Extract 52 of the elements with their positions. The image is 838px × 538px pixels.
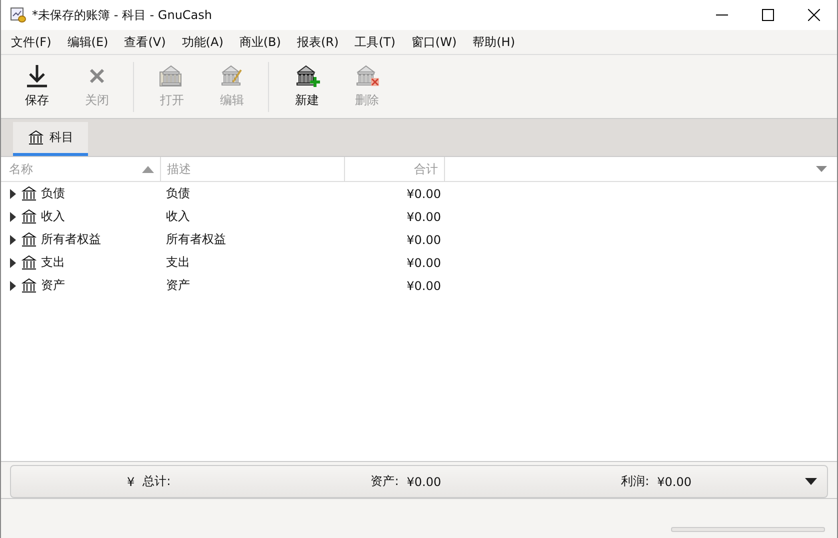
menu-item[interactable]: 查看(V) bbox=[124, 34, 166, 50]
table-cell-text: ¥0.00 bbox=[406, 210, 442, 224]
summary-label: 资产: bbox=[370, 473, 399, 490]
menu-item[interactable]: 商业(B) bbox=[239, 34, 281, 50]
summary-value: ¥0.00 bbox=[657, 474, 692, 488]
table-cell-text: ¥0.00 bbox=[406, 232, 442, 246]
window-title: *未保存的账簿 - 科目 - GnuCash bbox=[32, 6, 212, 24]
tab[interactable]: 科目 bbox=[13, 122, 88, 156]
expander-icon[interactable] bbox=[9, 234, 17, 244]
expander-icon[interactable] bbox=[9, 188, 17, 198]
app-icon bbox=[10, 7, 26, 23]
table-cell-text: 负债 bbox=[165, 185, 191, 202]
bank-icon bbox=[21, 208, 37, 224]
table-cell-text: 支出 bbox=[165, 254, 191, 271]
account-name: 收入 bbox=[41, 208, 65, 225]
close-icon[interactable] bbox=[808, 9, 820, 21]
toolbar-button[interactable]: 保存 bbox=[11, 60, 63, 114]
bank-icon bbox=[21, 232, 37, 248]
expander-icon[interactable] bbox=[9, 280, 17, 290]
menu-item[interactable]: 窗口(W) bbox=[411, 34, 457, 50]
bank-icon bbox=[21, 254, 37, 270]
bank-icon bbox=[294, 64, 320, 88]
summary-value: ¥0.00 bbox=[406, 474, 442, 488]
menu-item[interactable]: 功能(A) bbox=[182, 34, 224, 50]
table-cell-text: ¥0.00 bbox=[406, 186, 442, 200]
bank-icon bbox=[354, 64, 380, 88]
menu-item[interactable]: 编辑(E) bbox=[67, 34, 108, 50]
menu-item[interactable]: 报表(R) bbox=[296, 34, 339, 50]
bank-icon bbox=[28, 130, 44, 146]
account-name: 资产 bbox=[41, 277, 65, 294]
menu-item[interactable]: 工具(T) bbox=[354, 34, 396, 50]
table-cell-text: 资产 bbox=[165, 277, 191, 294]
bank-icon bbox=[21, 278, 37, 294]
download-icon bbox=[25, 64, 49, 88]
toolbar-button[interactable]: 新建 bbox=[281, 60, 333, 114]
account-name: 所有者权益 bbox=[41, 231, 101, 248]
account-name: 负债 bbox=[41, 185, 65, 202]
bank-icon bbox=[21, 186, 37, 202]
expander-icon[interactable] bbox=[9, 258, 17, 268]
maximize-icon[interactable] bbox=[762, 9, 774, 21]
summary-label: 利润: bbox=[621, 473, 650, 490]
expander-icon[interactable] bbox=[9, 212, 17, 222]
summary-currency: ¥ bbox=[127, 474, 135, 488]
account-name: 支出 bbox=[41, 254, 65, 271]
table-cell-text: 所有者权益 bbox=[165, 231, 227, 248]
summary-label: 总计: bbox=[142, 473, 171, 490]
dropdown-arrow-icon[interactable] bbox=[805, 478, 817, 485]
table-cell-text: 收入 bbox=[165, 208, 191, 225]
menu-item[interactable]: 文件(F) bbox=[11, 34, 52, 50]
table-cell-text: ¥0.00 bbox=[406, 278, 442, 292]
menu-item[interactable]: 帮助(H) bbox=[472, 34, 516, 50]
table-cell-text: ¥0.00 bbox=[406, 256, 442, 270]
